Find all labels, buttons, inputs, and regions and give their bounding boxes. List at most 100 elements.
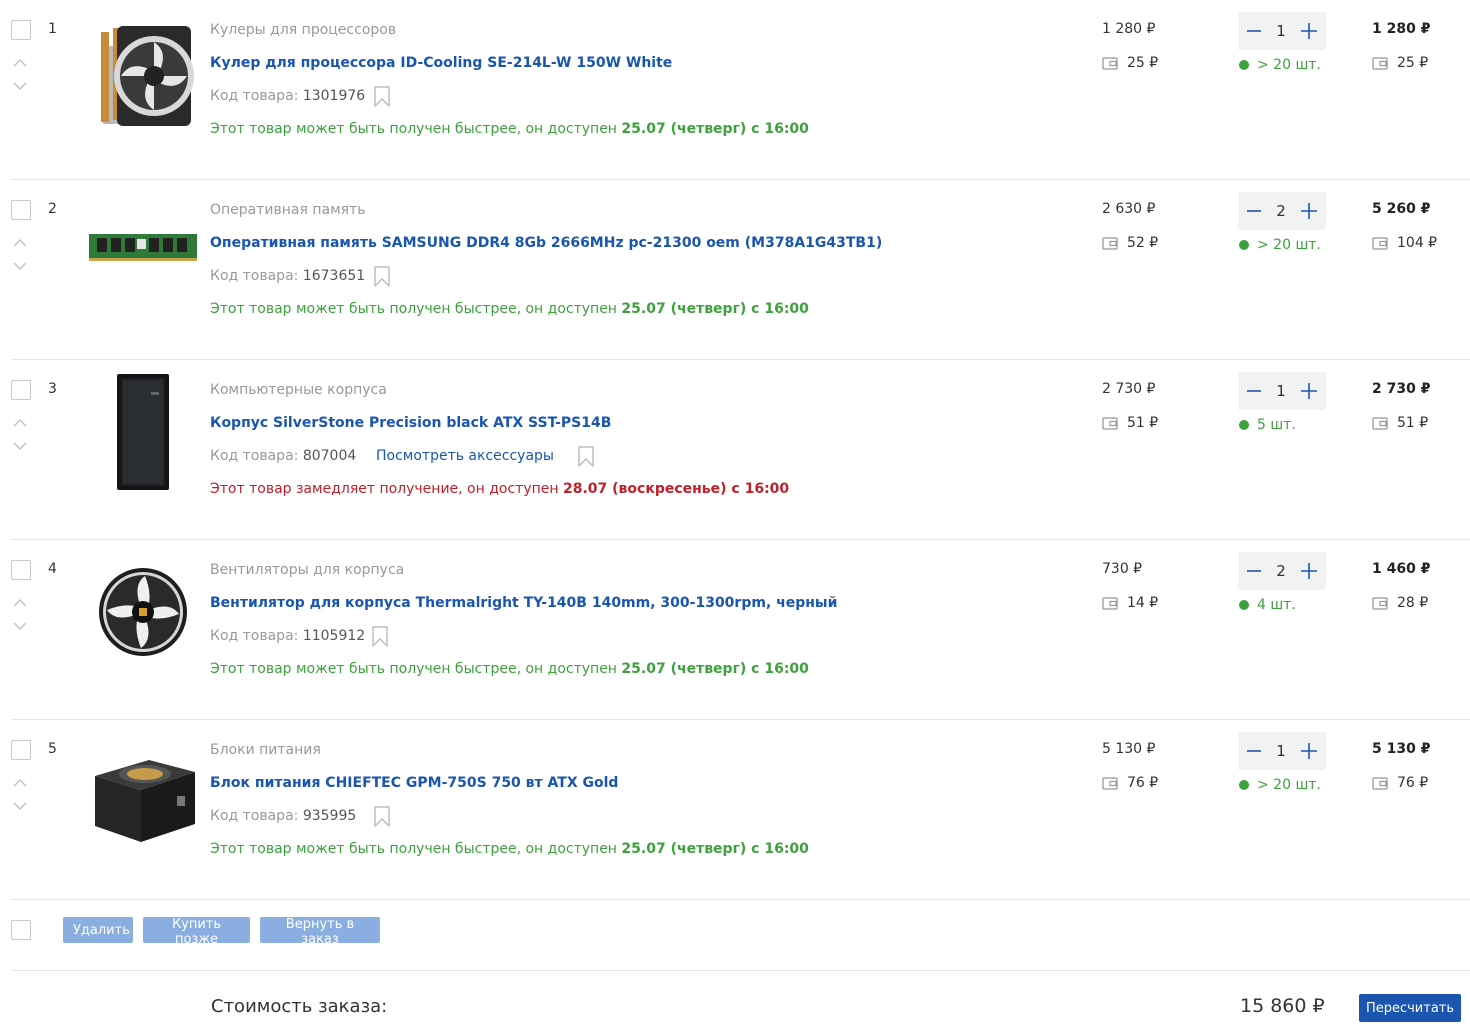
unit-price: 730 ₽ [1102, 561, 1143, 577]
cart-item-row: 4 Вентиляторы для корпуса Вентилятор для… [11, 540, 1470, 720]
product-category: Кулеры для процессоров [210, 22, 397, 38]
wallet-icon [1372, 236, 1388, 250]
move-down-icon[interactable] [13, 441, 27, 451]
recalculate-button[interactable]: Пересчитать [1359, 994, 1461, 1022]
move-up-icon[interactable] [13, 238, 27, 248]
minus-icon[interactable] [1246, 563, 1262, 579]
power-supply-icon[interactable] [87, 732, 199, 852]
move-up-icon[interactable] [13, 418, 27, 428]
wallet-icon [1372, 596, 1388, 610]
move-down-icon[interactable] [13, 621, 27, 631]
stock-status: 4 шт. [1239, 597, 1296, 613]
product-code: Код товара: 807004 [210, 448, 356, 464]
move-up-icon[interactable] [13, 598, 27, 608]
line-total: 2 730 ₽ [1372, 381, 1431, 397]
stock-value: > 20 шт. [1257, 57, 1321, 73]
unit-price: 5 130 ₽ [1102, 741, 1156, 757]
return-to-order-button[interactable]: Вернуть в заказ [260, 917, 380, 947]
wallet-icon [1102, 56, 1118, 70]
stock-value: 5 шт. [1257, 417, 1296, 433]
product-code: Код товара: 1105912 [210, 628, 365, 644]
product-title-link[interactable]: Вентилятор для корпуса Thermalright TY-1… [210, 595, 837, 611]
product-category: Оперативная память [210, 202, 366, 218]
minus-icon[interactable] [1246, 383, 1262, 399]
quantity-value[interactable]: 1 [1276, 382, 1286, 400]
move-down-icon[interactable] [13, 801, 27, 811]
plus-icon[interactable] [1300, 22, 1318, 40]
in-stock-dot-icon [1239, 240, 1249, 250]
plus-icon[interactable] [1300, 202, 1318, 220]
quantity-stepper: 1 [1238, 12, 1326, 50]
unit-bonus-value: 52 ₽ [1127, 235, 1159, 251]
item-index: 5 [48, 741, 57, 757]
move-up-icon[interactable] [13, 778, 27, 788]
quantity-stepper: 2 [1238, 192, 1326, 230]
cart-item-row: 2 Оперативная память Оперативная память … [11, 180, 1470, 360]
quantity-value[interactable]: 1 [1276, 742, 1286, 760]
product-title-link[interactable]: Корпус SilverStone Precision black ATX S… [210, 415, 611, 431]
product-title-link[interactable]: Оперативная память SAMSUNG DDR4 8Gb 2666… [210, 235, 882, 251]
minus-icon[interactable] [1246, 23, 1262, 39]
in-stock-dot-icon [1239, 60, 1249, 70]
unit-price: 2 730 ₽ [1102, 381, 1156, 397]
item-index: 4 [48, 561, 57, 577]
buy-later-button[interactable]: Купить позже [143, 917, 250, 947]
unit-bonus: 51 ₽ [1102, 415, 1158, 431]
availability-note: Этот товар замедляет получение, он досту… [210, 481, 789, 497]
bookmark-icon[interactable] [373, 806, 391, 827]
move-up-icon[interactable] [13, 58, 27, 68]
delete-button[interactable]: Удалить [63, 917, 133, 943]
line-total: 5 260 ₽ [1372, 201, 1431, 217]
bookmark-icon[interactable] [577, 446, 595, 467]
item-checkbox[interactable] [11, 560, 31, 580]
plus-icon[interactable] [1300, 562, 1318, 580]
line-bonus-value: 25 ₽ [1397, 55, 1429, 71]
item-checkbox[interactable] [11, 740, 31, 760]
cpu-cooler-icon[interactable] [87, 12, 199, 132]
quantity-value[interactable]: 1 [1276, 22, 1286, 40]
move-down-icon[interactable] [13, 81, 27, 91]
view-accessories-link[interactable]: Посмотреть аксессуары [376, 448, 554, 464]
select-all-checkbox[interactable] [11, 920, 31, 940]
line-total: 1 460 ₽ [1372, 561, 1431, 577]
product-title-link[interactable]: Кулер для процессора ID-Cooling SE-214L-… [210, 55, 672, 71]
availability-note: Этот товар может быть получен быстрее, о… [210, 301, 809, 317]
in-stock-dot-icon [1239, 780, 1249, 790]
product-code-value: 1301976 [302, 88, 366, 104]
ram-module-icon[interactable] [87, 192, 199, 312]
wallet-icon [1372, 776, 1388, 790]
cart-item-row: 3 Компьютерные корпуса Корпус SilverSton… [11, 360, 1470, 540]
case-fan-icon[interactable] [87, 552, 199, 672]
unit-price: 1 280 ₽ [1102, 21, 1156, 37]
availability-text: Этот товар может быть получен быстрее, о… [210, 841, 622, 857]
minus-icon[interactable] [1246, 743, 1262, 759]
product-code-value: 807004 [302, 448, 357, 464]
quantity-value[interactable]: 2 [1276, 562, 1286, 580]
quantity-stepper: 2 [1238, 552, 1326, 590]
in-stock-dot-icon [1239, 420, 1249, 430]
plus-icon[interactable] [1300, 382, 1318, 400]
order-total-value: 15 860 ₽ [1240, 995, 1325, 1017]
product-title-link[interactable]: Блок питания CHIEFTEC GPM-750S 750 вт AT… [210, 775, 618, 791]
item-checkbox[interactable] [11, 20, 31, 40]
quantity-stepper: 1 [1238, 372, 1326, 410]
unit-bonus: 76 ₽ [1102, 775, 1158, 791]
bulk-actions-bar: Удалить Купить позже Вернуть в заказ [11, 895, 1470, 971]
item-checkbox[interactable] [11, 380, 31, 400]
bookmark-icon[interactable] [371, 626, 389, 647]
in-stock-dot-icon [1239, 600, 1249, 610]
item-checkbox[interactable] [11, 200, 31, 220]
bookmark-icon[interactable] [373, 86, 391, 107]
product-code-value: 935995 [302, 808, 357, 824]
plus-icon[interactable] [1300, 742, 1318, 760]
line-bonus: 28 ₽ [1372, 595, 1428, 611]
bookmark-icon[interactable] [373, 266, 391, 287]
line-total: 1 280 ₽ [1372, 21, 1431, 37]
minus-icon[interactable] [1246, 203, 1262, 219]
product-code-label: Код товара: [210, 808, 299, 824]
pc-case-icon[interactable] [87, 372, 199, 492]
order-total-label: Стоимость заказа: [211, 996, 388, 1017]
quantity-value[interactable]: 2 [1276, 202, 1286, 220]
product-code-label: Код товара: [210, 268, 299, 284]
move-down-icon[interactable] [13, 261, 27, 271]
